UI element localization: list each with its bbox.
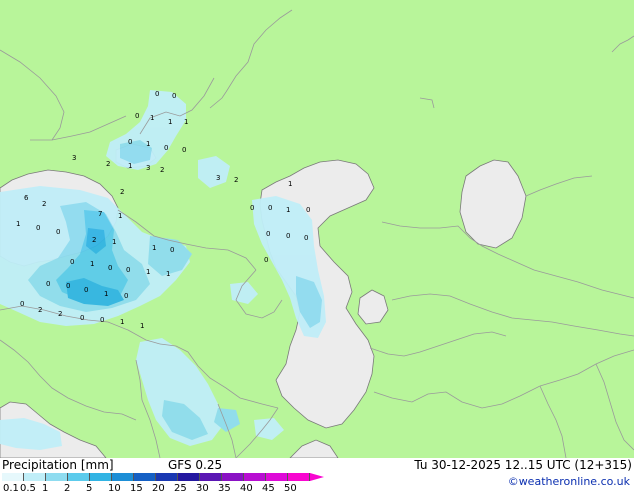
- point-value: 0: [84, 286, 88, 294]
- point-value: 2: [58, 310, 62, 318]
- point-value: 1: [118, 212, 122, 220]
- point-value: 1: [16, 220, 20, 228]
- legend-swatch: [178, 473, 200, 481]
- legend-arrow: [310, 473, 324, 481]
- legend-swatch: [134, 473, 156, 481]
- point-value: 0: [304, 234, 308, 242]
- legend-label: 30: [196, 483, 209, 494]
- point-value: 1: [90, 260, 94, 268]
- point-value: 3: [216, 174, 220, 182]
- point-value: 2: [234, 176, 238, 184]
- map-footer: Precipitation [mm] GFS 0.25 Tu 30-12-202…: [0, 458, 634, 494]
- point-value: 2: [106, 160, 110, 168]
- legend-label: 10: [108, 483, 121, 494]
- legend-swatch: [90, 473, 112, 481]
- legend-swatch: [24, 473, 46, 481]
- legend-swatch: [112, 473, 134, 481]
- site-credit[interactable]: ©weatheronline.co.uk: [508, 475, 630, 488]
- point-value: 0: [46, 280, 50, 288]
- point-value: 0: [266, 230, 270, 238]
- valid-time: Tu 30-12-2025 12..15 UTC (12+315): [414, 458, 632, 472]
- point-value: 0: [286, 232, 290, 240]
- point-value: 3: [72, 154, 76, 162]
- point-value: 0: [36, 224, 40, 232]
- point-value: 0: [80, 314, 84, 322]
- legend-label: 40: [240, 483, 253, 494]
- point-value: 1: [166, 270, 170, 278]
- point-value: 0: [172, 92, 176, 100]
- point-value: 1: [146, 268, 150, 276]
- point-value: 1: [288, 180, 292, 188]
- point-value: 0: [56, 228, 60, 236]
- point-value: 0: [100, 316, 104, 324]
- point-value: 0: [20, 300, 24, 308]
- point-value: 2: [42, 200, 46, 208]
- legend-label: 2: [64, 483, 71, 494]
- point-value: 0: [306, 206, 310, 214]
- map-title: Precipitation [mm]: [2, 458, 114, 472]
- point-value: 1: [152, 244, 156, 252]
- point-value: 2: [92, 236, 96, 244]
- point-value: 6: [24, 194, 29, 202]
- model-name: GFS 0.25: [168, 458, 223, 472]
- point-value: 1: [128, 162, 132, 170]
- legend-swatch: [244, 473, 266, 481]
- point-value: 1: [140, 322, 144, 330]
- point-value: 2: [38, 306, 42, 314]
- legend-swatch: [266, 473, 288, 481]
- point-value: 0: [124, 292, 128, 300]
- point-value: 1: [146, 140, 150, 148]
- point-value: 0: [182, 146, 186, 154]
- point-value: 3: [146, 164, 150, 172]
- point-value: 0: [128, 138, 132, 146]
- point-value: 0: [108, 264, 112, 272]
- legend-label: 0.1: [3, 483, 19, 494]
- point-value: 0: [126, 266, 130, 274]
- legend-label: 5: [86, 483, 93, 494]
- legend-label: 50: [284, 483, 297, 494]
- point-value: 0: [155, 90, 159, 98]
- legend-label: 20: [152, 483, 165, 494]
- point-value: 1: [112, 238, 116, 246]
- legend-label: 45: [262, 483, 275, 494]
- legend-swatch: [2, 473, 24, 481]
- point-value: 0: [264, 256, 268, 264]
- legend-label: 1: [42, 483, 49, 494]
- legend-label: 35: [218, 483, 231, 494]
- point-value: 0: [135, 112, 139, 120]
- point-value: 1: [120, 318, 124, 326]
- legend-label: 25: [174, 483, 187, 494]
- point-value: 1: [150, 114, 154, 122]
- point-value: 2: [160, 166, 164, 174]
- point-value: 7: [98, 210, 102, 218]
- legend-label: 0.5: [20, 483, 36, 494]
- point-value: 0: [70, 258, 74, 266]
- legend-swatch: [156, 473, 178, 481]
- point-value: 0: [170, 246, 174, 254]
- point-value: 0: [268, 204, 272, 212]
- precipitation-map: 0 0 0 1 1 1 0 1 0 0 3 2 1 3 2 3 2 1 2 6 2 7 1 1 0 0 2 1 1 0 0 1 0 0 1 1 0 0 0 1…: [0, 0, 634, 458]
- legend-swatch: [200, 473, 222, 481]
- point-value: 0: [250, 204, 254, 212]
- point-value: 0: [164, 144, 168, 152]
- legend-swatch: [68, 473, 90, 481]
- legend-swatch: [222, 473, 244, 481]
- point-value: 1: [168, 118, 172, 126]
- legend-swatch: [288, 473, 310, 481]
- point-value: 1: [104, 290, 108, 298]
- point-value: 1: [286, 206, 290, 214]
- point-value: 2: [120, 188, 124, 196]
- point-value: 1: [184, 118, 188, 126]
- legend-swatch: [46, 473, 68, 481]
- point-value: 0: [66, 282, 70, 290]
- legend-label: 15: [130, 483, 143, 494]
